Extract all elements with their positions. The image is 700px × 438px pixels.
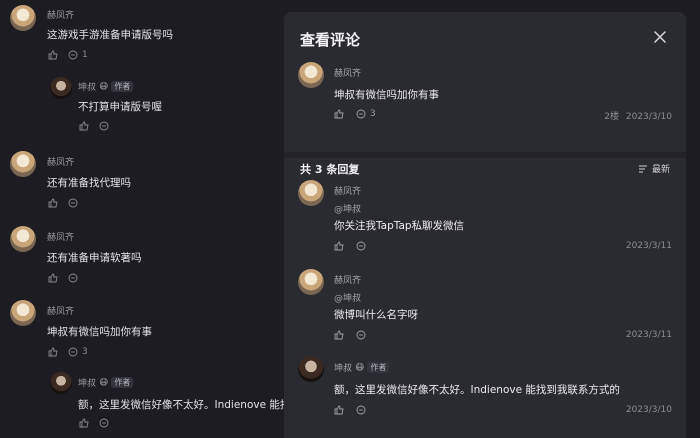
- comment-icon[interactable]: [99, 121, 109, 131]
- sort-button[interactable]: 最新: [638, 162, 670, 175]
- comment-icon[interactable]: [68, 347, 78, 357]
- avatar[interactable]: [50, 77, 72, 99]
- reply-mention[interactable]: @坤叔: [334, 291, 672, 304]
- sort-icon: [638, 164, 647, 173]
- thumbs-up-icon[interactable]: [79, 121, 89, 131]
- reply-actions: [334, 330, 672, 340]
- reply-date: 2023/3/10: [625, 405, 672, 415]
- comment-text: 坤叔有微信吗加你有事: [47, 326, 152, 338]
- reply-author-line: 坤叔 😷 作者: [78, 376, 134, 389]
- thumbs-up-icon[interactable]: [334, 109, 344, 119]
- reply-author[interactable]: 坤叔: [334, 361, 352, 374]
- author-badge: 作者: [111, 377, 134, 388]
- scrollbar[interactable]: [686, 0, 700, 438]
- avatar[interactable]: [298, 269, 324, 295]
- reply-author[interactable]: 坤叔: [78, 80, 96, 93]
- avatar[interactable]: [50, 372, 72, 394]
- comment-detail-modal: 查看评论 赫凤齐 坤叔有微信吗加你有事 3 2楼 2023/3/10 共 3 条…: [284, 12, 686, 438]
- comment-actions: 3: [48, 347, 88, 357]
- thumbs-up-icon[interactable]: [79, 418, 89, 428]
- thumbs-up-icon[interactable]: [48, 273, 58, 283]
- reply-count: 3: [370, 109, 376, 119]
- reply-author-line: 坤叔 😷 作者: [334, 361, 672, 374]
- avatar[interactable]: [298, 356, 324, 382]
- reply-count: 1: [82, 50, 88, 60]
- comment-author[interactable]: 赫凤齐: [334, 66, 672, 79]
- avatar[interactable]: [10, 151, 36, 177]
- comment-icon[interactable]: [68, 50, 78, 60]
- reply-mention[interactable]: @坤叔: [334, 202, 672, 215]
- comment-icon[interactable]: [356, 241, 366, 251]
- comment-text: 还有准备申请软著吗: [47, 252, 142, 264]
- thumbs-up-icon[interactable]: [48, 347, 58, 357]
- reply-count: 3: [82, 347, 88, 357]
- comment-actions: 1: [48, 50, 88, 60]
- reply-actions: [79, 121, 109, 131]
- reply-item: 赫凤齐 @坤叔 微博叫什么名字呀 2023/3/11: [298, 269, 672, 349]
- comment-actions: [48, 198, 78, 208]
- feed-comment: [10, 5, 36, 35]
- reply-date: 2023/3/11: [625, 241, 672, 251]
- comment-author[interactable]: 赫凤齐: [47, 230, 74, 243]
- reply-author[interactable]: 赫凤齐: [334, 273, 672, 286]
- reply-item: 坤叔 😷 作者 额，这里发微信好像不太好。Indienove 能找到我联系方式的…: [298, 356, 672, 426]
- modal-title: 查看评论: [300, 31, 361, 49]
- avatar[interactable]: [10, 226, 36, 252]
- comment-text: 坤叔有微信吗加你有事: [334, 89, 439, 101]
- feed-comment: [10, 300, 36, 330]
- feed-comment: [10, 151, 36, 181]
- reply-actions: [334, 241, 672, 251]
- comment-author[interactable]: 赫凤齐: [47, 304, 74, 317]
- comment-actions: [48, 273, 78, 283]
- sort-label: 最新: [651, 165, 670, 175]
- comment-icon[interactable]: [356, 405, 366, 415]
- comment-icon[interactable]: [99, 418, 109, 428]
- reply-author[interactable]: 坤叔: [78, 376, 96, 389]
- author-badge: 作者: [111, 81, 134, 92]
- avatar[interactable]: [10, 300, 36, 326]
- floor-number: 2楼: [604, 112, 619, 122]
- avatar[interactable]: [10, 5, 36, 31]
- comment-author[interactable]: 赫凤齐: [47, 155, 74, 168]
- reply-text: 不打算申请版号喔: [78, 101, 162, 113]
- comment-meta: 2楼 2023/3/10: [604, 109, 672, 122]
- close-icon: [654, 31, 666, 43]
- thumbs-up-icon[interactable]: [48, 198, 58, 208]
- comment-text: 这游戏手游准备申请版号吗: [47, 29, 173, 41]
- thumbs-up-icon[interactable]: [334, 241, 344, 251]
- reply-text: 你关注我TapTap私聊发微信: [334, 220, 465, 232]
- feed-reply: [50, 372, 72, 398]
- emoji: 😷: [99, 81, 109, 92]
- comment-icon[interactable]: [356, 109, 366, 119]
- avatar[interactable]: [298, 180, 324, 206]
- reply-text: 额，这里发微信好像不太好。Indienove 能找到我联系方式的: [334, 384, 620, 396]
- comment-icon[interactable]: [68, 198, 78, 208]
- comment-icon[interactable]: [356, 330, 366, 340]
- reply-text: 微博叫什么名字呀: [334, 309, 418, 321]
- comment-icon[interactable]: [68, 273, 78, 283]
- reply-date: 2023/3/11: [625, 330, 672, 340]
- main-comment: 赫凤齐 坤叔有微信吗加你有事 3 2楼 2023/3/10: [298, 62, 672, 128]
- thumbs-up-icon[interactable]: [334, 330, 344, 340]
- reply-item: 赫凤齐 @坤叔 你关注我TapTap私聊发微信 2023/3/11: [298, 180, 672, 260]
- feed-reply: [50, 77, 72, 103]
- thumbs-up-icon[interactable]: [334, 405, 344, 415]
- thumbs-up-icon[interactable]: [48, 50, 58, 60]
- replies-header: 共 3 条回复: [300, 163, 360, 176]
- reply-actions: [334, 405, 672, 415]
- reply-text: 额，这里发微信好像不太好。Indienove 能找: [78, 399, 291, 411]
- comment-text: 还有准备找代理吗: [47, 177, 131, 189]
- avatar[interactable]: [298, 62, 324, 88]
- reply-author[interactable]: 赫凤齐: [334, 184, 672, 197]
- comment-date: 2023/3/10: [625, 112, 672, 122]
- close-button[interactable]: [653, 30, 667, 44]
- feed-comment: [10, 226, 36, 256]
- emoji: 😷: [99, 377, 109, 388]
- comment-author[interactable]: 赫凤齐: [47, 8, 74, 21]
- divider: [284, 152, 686, 158]
- reply-actions: [79, 418, 109, 428]
- author-badge: 作者: [367, 362, 390, 373]
- reply-author-line: 坤叔 😷 作者: [78, 80, 134, 93]
- emoji: 😷: [355, 362, 365, 373]
